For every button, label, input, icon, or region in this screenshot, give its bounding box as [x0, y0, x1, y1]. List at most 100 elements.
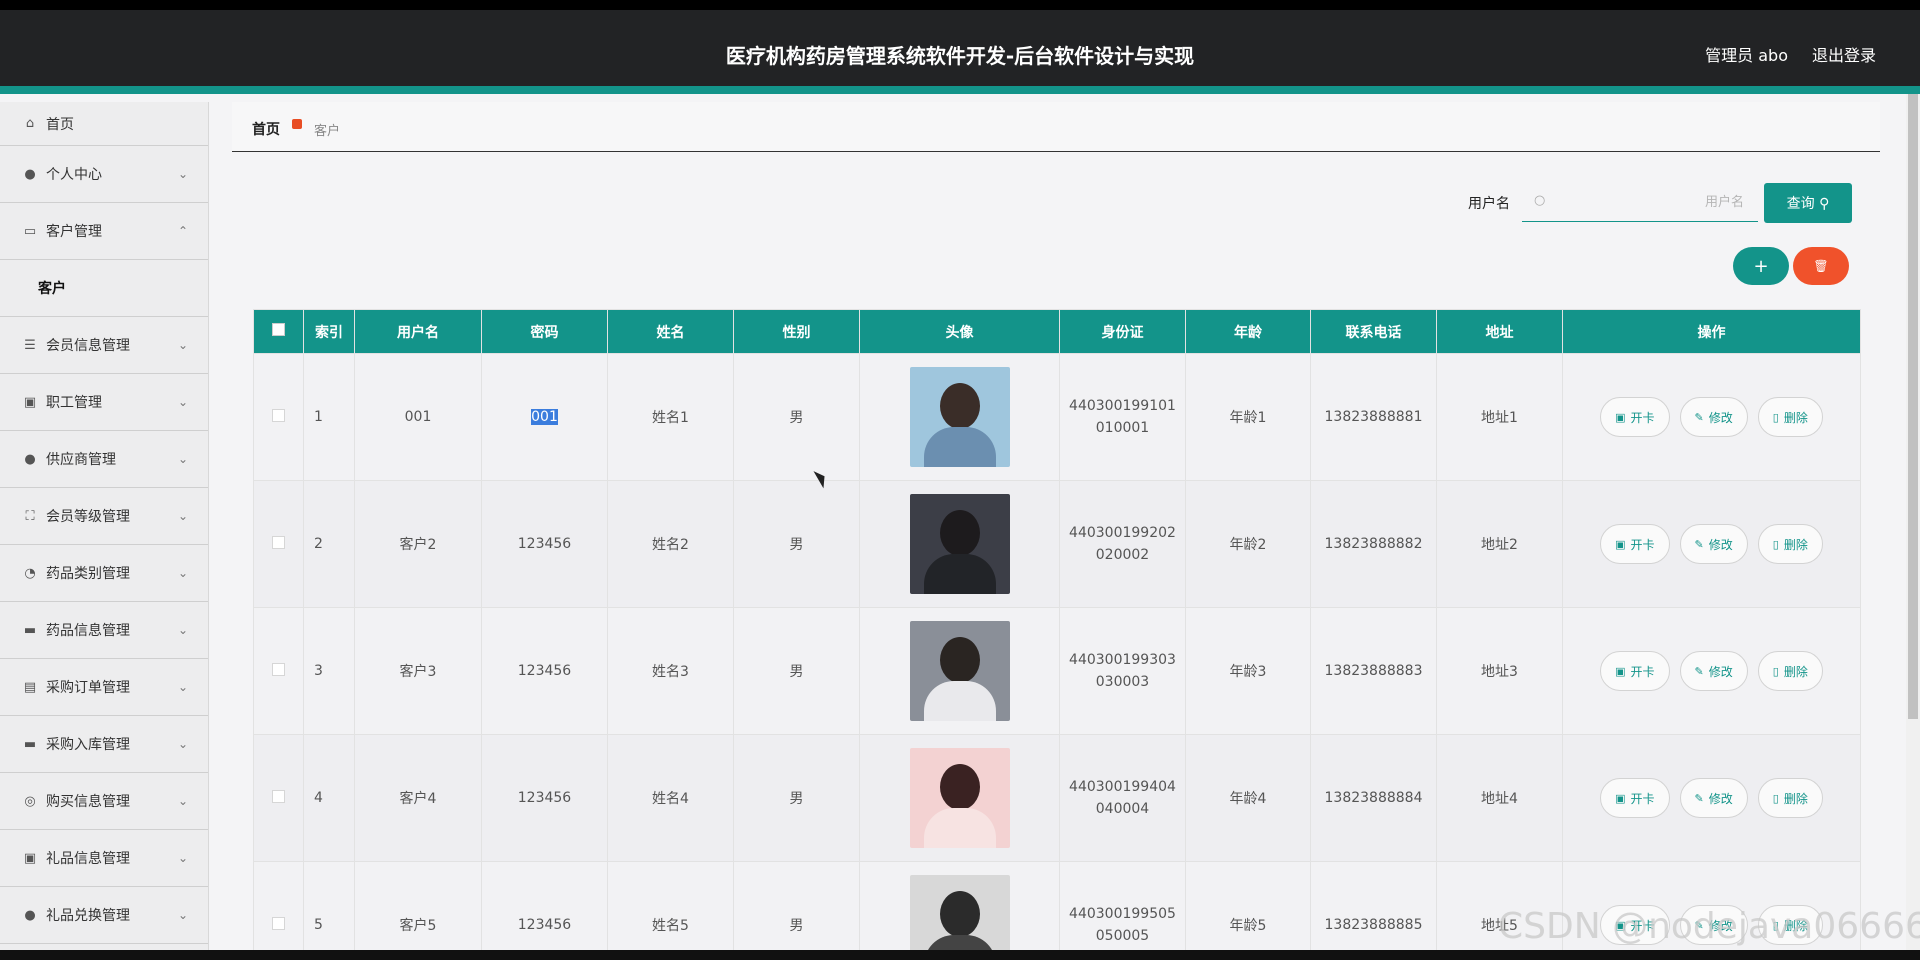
cell-avatar	[859, 353, 1060, 481]
cell-actions: ▣ 开卡 ✎ 修改 ▯ 删除	[1562, 480, 1861, 608]
card-icon: ▣	[1615, 791, 1626, 805]
open-card-button[interactable]: ▣ 开卡	[1600, 778, 1670, 818]
sidebar-item-label: 首页	[46, 116, 74, 133]
breadcrumb-home[interactable]: 首页	[252, 119, 280, 139]
delete-button[interactable]: ▯ 删除	[1757, 778, 1823, 818]
select-all-checkbox[interactable]	[272, 323, 285, 336]
sidebar-item-purchase-stock[interactable]: ▬ 采购入库管理 ⌄	[0, 716, 208, 773]
target-icon: ◎	[24, 793, 36, 809]
sidebar-item-customer[interactable]: ▭ 客户管理 ⌃	[0, 203, 208, 260]
row-checkbox[interactable]	[272, 916, 285, 930]
chevron-down-icon: ⌄	[177, 167, 188, 181]
avatar	[909, 875, 1010, 960]
sidebar-item-drug-info[interactable]: ▬ 药品信息管理 ⌄	[0, 602, 208, 659]
cell-actions: ▣ 开卡 ✎ 修改 ▯ 删除	[1562, 607, 1861, 735]
table-row: 2 客户2 123456 姓名2 男 440300199202 020002 年龄…	[253, 480, 1861, 608]
top-header: 医疗机构药房管理系统软件开发-后台软件设计与实现 管理员 abo 退出登录	[0, 10, 1920, 94]
chevron-down-icon: ⌄	[177, 851, 188, 865]
row-checkbox[interactable]	[272, 662, 285, 676]
add-button[interactable]: +	[1733, 247, 1789, 285]
header-select-all[interactable]	[253, 309, 304, 354]
trash-icon: ▯	[1772, 791, 1779, 805]
query-button[interactable]: 查询 ⚲	[1764, 183, 1852, 223]
user-icon: ●	[24, 166, 36, 182]
table-row: 3 客户3 123456 姓名3 男 440300199303 030003 年龄…	[253, 607, 1861, 735]
edit-button[interactable]: ✎ 修改	[1679, 778, 1748, 818]
top-edge	[0, 0, 1920, 10]
delete-button[interactable]: ▯ 删除	[1757, 524, 1823, 564]
sidebar-item-supplier[interactable]: ● 供应商管理 ⌄	[0, 431, 208, 488]
card-icon: ▣	[1615, 664, 1626, 678]
sidebar-item-home[interactable]: ⌂ 首页	[0, 102, 208, 146]
sidebar-item-drug-category[interactable]: ◔ 药品类别管理 ⌄	[0, 545, 208, 602]
cell-gender: 男	[733, 607, 860, 735]
scrollbar-thumb[interactable]	[1908, 94, 1918, 719]
cell-phone: 13823888881	[1310, 353, 1437, 481]
cell-avatar	[859, 734, 1060, 862]
row-select-cell	[253, 480, 304, 608]
delete-label: 删除	[1783, 537, 1808, 552]
cell-username: 客户3	[354, 607, 482, 735]
edit-button[interactable]: ✎ 修改	[1679, 397, 1748, 437]
cell-phone: 13823888885	[1310, 861, 1437, 960]
cell-index: 3	[303, 607, 355, 735]
sidebar-item-gift-exchange[interactable]: ● 礼品兑换管理 ⌄	[0, 887, 208, 944]
id-card-line1: 440300199505	[1069, 906, 1176, 922]
cell-id-card: 440300199303 030003	[1059, 607, 1186, 735]
sidebar-item-member-level[interactable]: ⛶ 会员等级管理 ⌄	[0, 488, 208, 545]
open-card-label: 开卡	[1630, 410, 1655, 425]
search-icon: ○	[1534, 193, 1546, 208]
chevron-down-icon: ⌄	[177, 566, 188, 580]
edit-button[interactable]: ✎ 修改	[1679, 524, 1748, 564]
delete-button[interactable]: ▯ 删除	[1757, 651, 1823, 691]
cell-username: 客户5	[354, 861, 482, 960]
id-card-line2: 040004	[1095, 801, 1150, 817]
search-input[interactable]	[1554, 188, 1744, 216]
cell-avatar	[859, 607, 1060, 735]
col-header-address: 地址	[1436, 309, 1563, 354]
row-checkbox[interactable]	[272, 789, 285, 803]
col-header-password: 密码	[481, 309, 608, 354]
sidebar-item-label: 采购入库管理	[46, 737, 130, 753]
edit-button[interactable]: ✎ 修改	[1679, 651, 1748, 691]
sidebar-item-staff[interactable]: ▣ 职工管理 ⌄	[0, 374, 208, 431]
page-scrollbar[interactable]	[1906, 94, 1920, 960]
sidebar-item-label: 个人中心	[46, 167, 102, 183]
edit-label: 修改	[1708, 791, 1733, 806]
sidebar-item-gift-info[interactable]: ▣ 礼品信息管理 ⌄	[0, 830, 208, 887]
card-icon: ▣	[1615, 410, 1626, 424]
cell-password: 123456	[481, 734, 608, 862]
batch-delete-button[interactable]: 🗑	[1793, 247, 1849, 285]
bulb-icon: ●	[24, 907, 36, 923]
id-card-line1: 440300199404	[1069, 779, 1176, 795]
table-header-row: 索引 用户名 密码 姓名 性别 头像 身份证 年龄 联系电话 地址 操作	[253, 309, 1861, 354]
sidebar-item-profile[interactable]: ● 个人中心 ⌄	[0, 146, 208, 203]
sidebar-item-purchase-order[interactable]: ▤ 采购订单管理 ⌄	[0, 659, 208, 716]
open-card-button[interactable]: ▣ 开卡	[1600, 651, 1670, 691]
cell-actions: ▣ 开卡 ✎ 修改 ▯ 删除	[1562, 734, 1861, 862]
delete-button[interactable]: ▯ 删除	[1757, 397, 1823, 437]
col-header-id-card: 身份证	[1059, 309, 1186, 354]
sidebar-subitem-customer[interactable]: 客户	[0, 260, 208, 317]
main-content: 用户名 ○ 查询 ⚲ + 🗑 索引 用户名 密码 姓名 性别 头像 身份证	[232, 163, 1880, 960]
col-header-avatar: 头像	[859, 309, 1060, 354]
sidebar-item-purchase-info[interactable]: ◎ 购买信息管理 ⌄	[0, 773, 208, 830]
card-icon: ▣	[1615, 537, 1626, 551]
open-card-button[interactable]: ▣ 开卡	[1600, 524, 1670, 564]
row-checkbox[interactable]	[272, 408, 285, 422]
row-select-cell	[253, 353, 304, 481]
open-card-button[interactable]: ▣ 开卡	[1600, 397, 1670, 437]
cell-address: 地址4	[1436, 734, 1563, 862]
cell-password: 001	[481, 353, 608, 481]
id-card-line2: 020002	[1095, 547, 1150, 563]
chat-icon: ▭	[23, 223, 37, 239]
sidebar-item-member-info[interactable]: ☰ 会员信息管理 ⌄	[0, 317, 208, 374]
edit-label: 修改	[1708, 664, 1733, 679]
row-checkbox[interactable]	[272, 535, 285, 549]
cell-index: 5	[303, 861, 355, 960]
breadcrumb: 首页 客户	[232, 102, 1880, 152]
cell-id-card: 440300199101 010001	[1059, 353, 1186, 481]
cell-name: 姓名1	[607, 353, 734, 481]
search-icon: ⚲	[1819, 196, 1830, 212]
logout-link[interactable]: 退出登录	[1812, 42, 1876, 66]
